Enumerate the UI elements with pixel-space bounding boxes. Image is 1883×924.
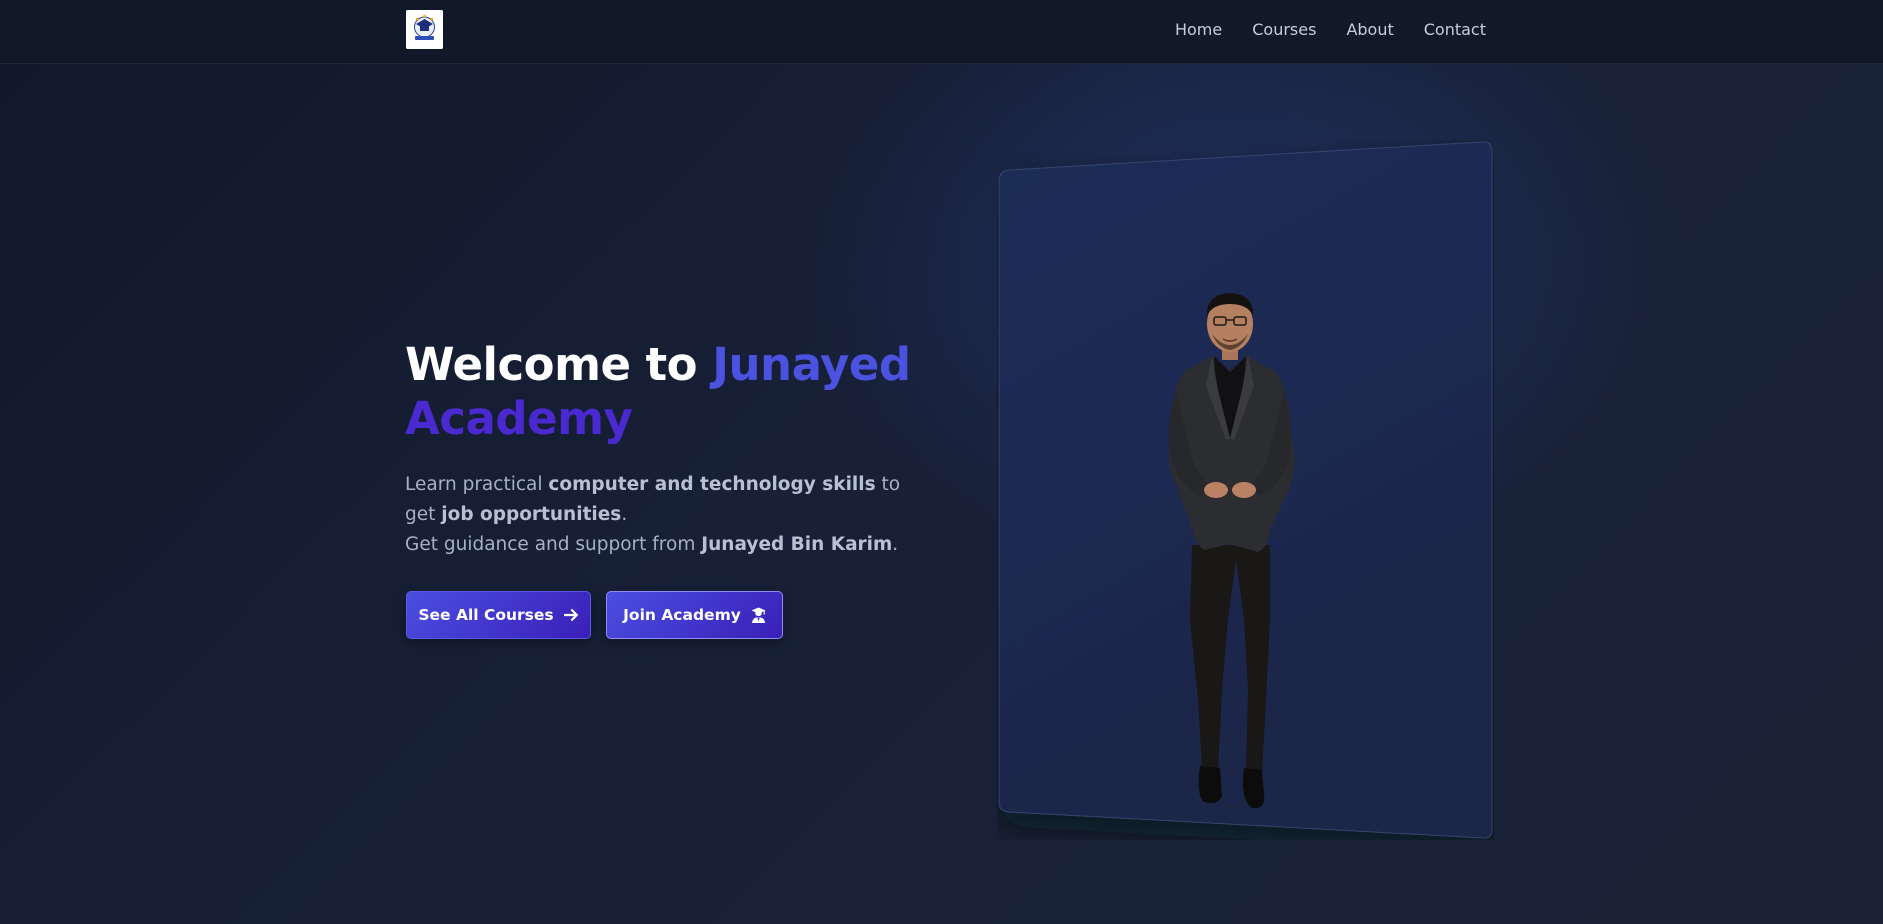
graduate-icon (751, 607, 766, 623)
desc-text-5: . (892, 534, 899, 555)
hero-brand-word-2: Academy (405, 392, 633, 445)
desc-text-1: Learn practical (405, 474, 543, 495)
academy-logo[interactable] (406, 10, 443, 49)
hero-buttons: See All Courses Join Academy (406, 591, 783, 639)
join-academy-label: Join Academy (623, 606, 741, 624)
hero-image-card (997, 140, 1494, 840)
desc-bold-jobs: job opportunities (441, 504, 622, 525)
nav-links: Home Courses About Contact (1175, 0, 1486, 59)
nav-link-about[interactable]: About (1346, 20, 1393, 39)
logo-icon (406, 10, 443, 49)
hero-title-prefix: Welcome to (405, 338, 698, 391)
see-all-courses-button[interactable]: See All Courses (406, 591, 591, 639)
hero-brand-word-1: Junayed (712, 338, 911, 391)
desc-bold-skills: computer and technology skills (548, 474, 876, 495)
see-all-courses-label: See All Courses (418, 606, 554, 624)
hero-title: Welcome to Junayed Academy (405, 338, 965, 446)
desc-text-4: Get guidance and support from (405, 534, 696, 555)
join-academy-button[interactable]: Join Academy (606, 591, 783, 639)
page: Home Courses About Contact Welcome to Ju… (0, 0, 1883, 924)
junayed-photo (1168, 293, 1295, 809)
nav-link-contact[interactable]: Contact (1424, 20, 1486, 39)
nav-link-courses[interactable]: Courses (1252, 20, 1316, 39)
hero-description: Learn practical computer and technology … (405, 470, 925, 560)
nav-link-home[interactable]: Home (1175, 20, 1222, 39)
arrow-right-icon (563, 609, 578, 621)
desc-text-3: . (621, 504, 628, 525)
desc-bold-name: Junayed Bin Karim (701, 534, 893, 555)
navbar: Home Courses About Contact (0, 0, 1883, 64)
